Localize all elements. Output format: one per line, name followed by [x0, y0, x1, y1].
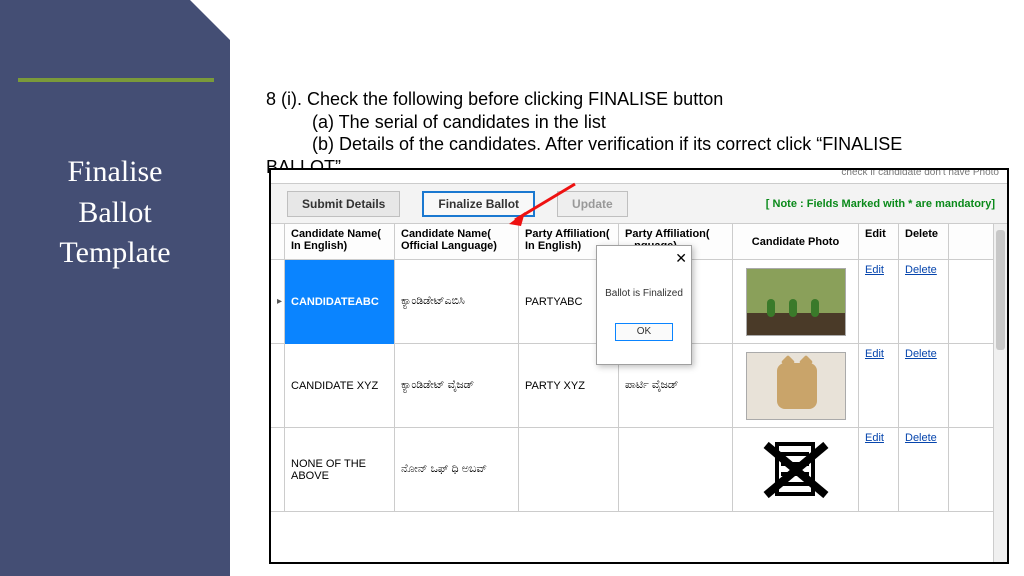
photo-checkbox-row: check if candidate don't have Photo: [271, 170, 1007, 184]
sidebar-title-line2: Ballot: [78, 196, 151, 229]
dialog-message: Ballot is Finalized: [597, 288, 691, 299]
update-button[interactable]: Update: [557, 191, 628, 217]
sidebar-corner-notch: [190, 0, 230, 40]
cell-photo: [733, 260, 859, 344]
edit-link[interactable]: Edit: [859, 344, 899, 428]
sidebar-divider: [18, 78, 214, 82]
cell-name-ol: ಕ್ಯಾಂಡಿಡೇಟ್ ವೈಜಡ್: [395, 344, 519, 428]
submit-details-button[interactable]: Submit Details: [287, 191, 400, 217]
delete-link[interactable]: Delete: [899, 428, 949, 512]
row-selector-icon[interactable]: [271, 344, 285, 428]
cell-name-ol: ಕ್ಯಾಂಡಿಡೇಟ್‌ಎಬಿಸಿ: [395, 260, 519, 344]
sidebar-title: Finalise Ballot Template: [0, 152, 230, 274]
grid-header-edit: Edit: [859, 224, 899, 259]
edit-link[interactable]: Edit: [859, 428, 899, 512]
cell-name-en: CANDIDATE XYZ: [285, 344, 395, 428]
finalize-ballot-button[interactable]: Finalize Ballot: [422, 191, 535, 217]
nota-icon: [751, 434, 841, 506]
row-selector-icon[interactable]: ▸: [271, 260, 285, 344]
mandatory-note: [ Note : Fields Marked with * are mandat…: [766, 198, 995, 210]
close-icon[interactable]: ✕: [675, 250, 687, 267]
ok-button[interactable]: OK: [615, 323, 673, 341]
scrollbar-thumb[interactable]: [996, 230, 1005, 350]
instruction-line-3: (b) Details of the candidates. After ver…: [312, 133, 996, 156]
cell-name-ol: ನೋನ್ ಒಫ್ ಧಿ ಅಬವ್: [395, 428, 519, 512]
grid-header-name-en: Candidate Name( In English): [285, 224, 395, 259]
cell-photo: [733, 428, 859, 512]
cell-photo: [733, 344, 859, 428]
cell-name-en[interactable]: CANDIDATEABC: [285, 260, 395, 344]
row-selector-icon[interactable]: [271, 428, 285, 512]
vertical-scrollbar[interactable]: [993, 224, 1007, 562]
candidate-photo-thumb: [746, 268, 846, 336]
dialog-titlebar: ✕: [597, 250, 691, 266]
sidebar: Finalise Ballot Template: [0, 0, 230, 576]
edit-link[interactable]: Edit: [859, 260, 899, 344]
grid-header-marker: [271, 224, 285, 259]
grid-header-photo: Candidate Photo: [733, 224, 859, 259]
toolbar: Submit Details Finalize Ballot Update [ …: [271, 184, 1007, 224]
grid-header-name-ol: Candidate Name( Official Language): [395, 224, 519, 259]
instruction-line-2: (a) The serial of candidates in the list: [312, 111, 996, 134]
cell-party-ol: [619, 428, 733, 512]
finalized-dialog: ✕ Ballot is Finalized OK: [596, 245, 692, 365]
sidebar-title-line1: Finalise: [68, 155, 163, 188]
delete-link[interactable]: Delete: [899, 344, 949, 428]
candidate-photo-thumb: [746, 352, 846, 420]
instruction-text: 8 (i). Check the following before clicki…: [266, 88, 996, 178]
photo-checkbox-label: check if candidate don't have Photo: [841, 170, 999, 178]
delete-link[interactable]: Delete: [899, 260, 949, 344]
cell-name-en: NONE OF THE ABOVE: [285, 428, 395, 512]
instruction-line-1: 8 (i). Check the following before clicki…: [266, 88, 996, 111]
app-frame: check if candidate don't have Photo Subm…: [269, 168, 1009, 564]
grid-header-delete: Delete: [899, 224, 949, 259]
table-row: NONE OF THE ABOVE ನೋನ್ ಒಫ್ ಧಿ ಅಬವ್ Edit …: [271, 428, 1007, 512]
cell-party-en: [519, 428, 619, 512]
sidebar-title-line3: Template: [59, 236, 170, 269]
